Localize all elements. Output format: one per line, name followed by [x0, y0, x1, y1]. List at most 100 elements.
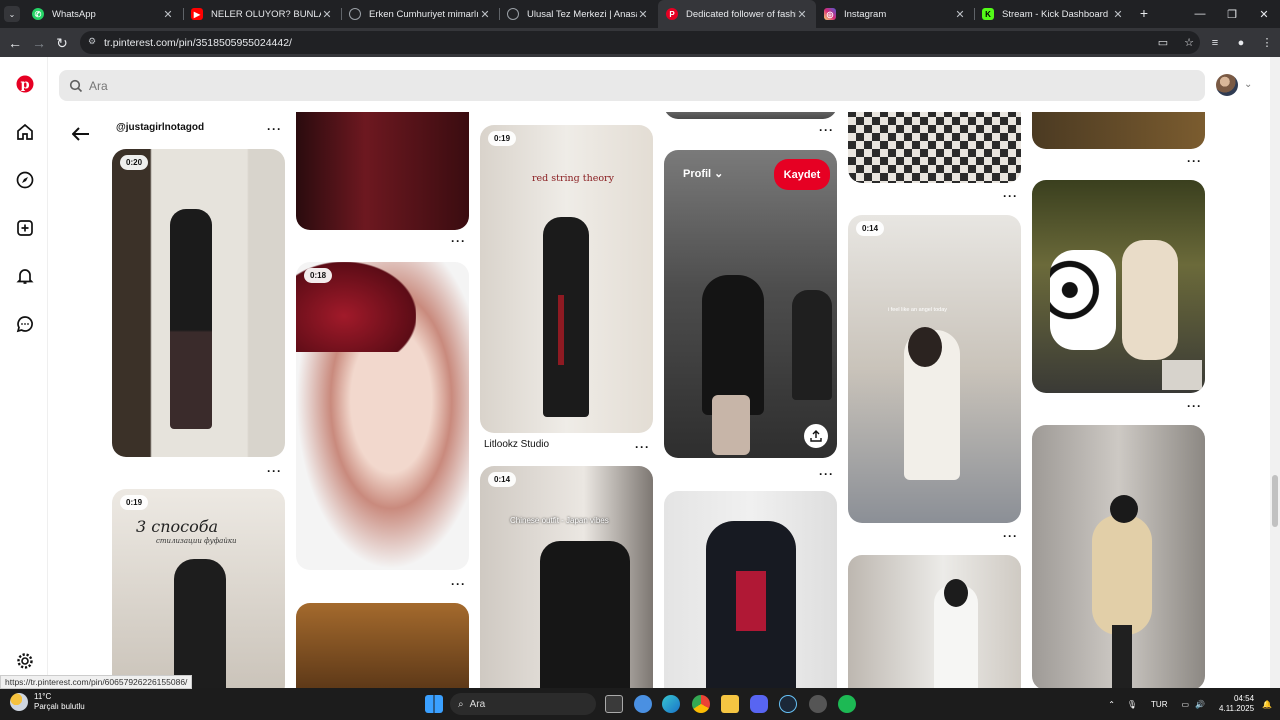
edge-icon[interactable] — [662, 695, 680, 713]
pin-image — [702, 275, 764, 415]
site-info-icon[interactable]: ⚙ — [88, 36, 100, 48]
chevron-down-icon[interactable]: ⌄ — [1244, 79, 1252, 90]
pin-card-hovered[interactable]: Profil ⌄ Kaydet — [664, 150, 837, 458]
pin-card[interactable] — [1032, 425, 1205, 688]
more-options-icon[interactable]: ··· — [267, 122, 282, 136]
app-icon[interactable] — [634, 695, 652, 713]
pin-overlay-text: red string theory — [532, 173, 614, 184]
language-indicator[interactable]: TUR — [1151, 700, 1167, 709]
close-icon[interactable]: ✕ — [479, 8, 491, 21]
more-options-icon[interactable]: ··· — [451, 577, 466, 591]
playlist-icon[interactable]: ≡ — [1202, 37, 1228, 49]
pin-image — [792, 290, 832, 400]
pin-card[interactable]: red string theory 0:19 — [480, 125, 653, 433]
time: 04:54 — [1234, 694, 1255, 703]
more-options-icon[interactable]: ··· — [267, 464, 282, 478]
pin-card[interactable] — [296, 603, 469, 688]
weather-widget[interactable]: 11°C Parçalı bulutlu — [10, 692, 85, 712]
create-icon[interactable] — [14, 217, 36, 239]
share-icon[interactable] — [804, 424, 828, 448]
close-icon[interactable]: ✕ — [954, 8, 966, 21]
more-options-icon[interactable]: ··· — [1003, 189, 1018, 203]
tab-erken-cumhuriyet[interactable]: Erken Cumhuriyet mimarlığı ✕ — [341, 0, 499, 28]
discord-icon[interactable] — [750, 695, 768, 713]
window-controls: — ❐ ✕ — [1184, 0, 1280, 28]
tab-pinterest[interactable]: P Dedicated follower of fashion p ✕ — [658, 0, 816, 28]
pin-caption[interactable]: Litlookz Studio — [484, 439, 549, 450]
close-icon[interactable]: ✕ — [637, 8, 649, 21]
spotify-icon[interactable] — [838, 695, 856, 713]
microphone-icon[interactable]: 🎙 — [1127, 700, 1137, 709]
install-app-icon[interactable]: ▭ — [1150, 36, 1176, 49]
save-button[interactable]: Kaydet — [774, 159, 830, 190]
home-icon[interactable] — [14, 121, 36, 143]
menu-icon[interactable]: ⋮ — [1254, 36, 1280, 49]
more-options-icon[interactable]: ··· — [451, 234, 466, 248]
tab-search-button[interactable]: ⌄ — [4, 6, 20, 22]
search-bar[interactable] — [59, 70, 1205, 101]
more-options-icon[interactable]: ··· — [819, 467, 834, 481]
close-window-icon[interactable]: ✕ — [1248, 0, 1280, 28]
chevron-up-icon[interactable]: ⌃ — [1108, 700, 1115, 709]
chrome-icon[interactable] — [692, 695, 710, 713]
notification-icon[interactable]: 🔔 — [1262, 700, 1272, 709]
tab-whatsapp[interactable]: ✆ WhatsApp ✕ — [24, 0, 182, 28]
back-button[interactable] — [68, 121, 94, 147]
pin-card[interactable]: 0:18 — [296, 262, 469, 570]
new-tab-button[interactable]: + — [1136, 5, 1152, 21]
network-icon[interactable]: ▭ — [1182, 700, 1190, 709]
pin-card[interactable]: 3 способа стилизации фуфайки 0:19 — [112, 489, 285, 688]
pin-card[interactable]: 0:20 — [112, 149, 285, 457]
pinterest-logo-icon[interactable]: p — [14, 73, 36, 95]
task-view-icon[interactable] — [605, 695, 623, 713]
volume-icon[interactable]: 🔊 — [1195, 700, 1205, 709]
page-scrollbar[interactable] — [1270, 57, 1280, 688]
bookmark-star-icon[interactable]: ☆ — [1176, 36, 1202, 49]
video-duration: 0:18 — [304, 268, 333, 283]
notifications-bell-icon[interactable] — [14, 265, 36, 287]
tab-kick[interactable]: K Stream - Kick Dashboard ✕ — [974, 0, 1132, 28]
search-input[interactable] — [89, 78, 689, 93]
close-icon[interactable]: ✕ — [321, 8, 333, 21]
pin-caption[interactable]: @justagirlnotagod — [116, 122, 204, 133]
pin-image — [712, 395, 750, 455]
tab-youtube[interactable]: ▶ NELER OLUYOR? BUNLAR KİM! ✕ — [183, 0, 341, 28]
scrollbar-thumb[interactable] — [1272, 475, 1278, 527]
pin-image — [944, 579, 968, 607]
reload-icon[interactable]: ↻ — [53, 34, 71, 52]
more-options-icon[interactable]: ··· — [819, 123, 834, 137]
maximize-icon[interactable]: ❐ — [1216, 0, 1248, 28]
more-options-icon[interactable]: ··· — [1003, 529, 1018, 543]
more-options-icon[interactable]: ··· — [1187, 154, 1202, 168]
taskbar-search[interactable]: ⌕ Ara — [450, 693, 596, 715]
pin-card[interactable]: Chinese outfit - Japan vibes 0:14 — [480, 466, 653, 688]
address-bar[interactable]: ⚙ tr.pinterest.com/pin/3518505955024442/ — [80, 31, 1200, 54]
close-icon[interactable]: ✕ — [1112, 8, 1124, 21]
close-icon[interactable]: ✕ — [796, 8, 808, 21]
forward-icon[interactable]: → — [30, 34, 48, 52]
settings-icon[interactable] — [14, 650, 36, 672]
explore-icon[interactable] — [14, 169, 36, 191]
profile-icon[interactable]: ● — [1228, 37, 1254, 49]
profile-dropdown[interactable]: Profil ⌄ — [683, 167, 723, 180]
pin-card[interactable]: i feel like an angel today 0:14 — [848, 215, 1021, 523]
clock[interactable]: 04:54 4.11.2025 — [1219, 694, 1254, 714]
tab-title: NELER OLUYOR? BUNLAR KİM! — [211, 8, 321, 20]
minimize-icon[interactable]: — — [1184, 0, 1216, 28]
back-icon[interactable]: ← — [6, 34, 24, 52]
close-icon[interactable]: ✕ — [162, 8, 174, 21]
tab-ulusal-tez[interactable]: Ulusal Tez Merkezi | Anasayfa ✕ — [499, 0, 657, 28]
more-options-icon[interactable]: ··· — [1187, 399, 1202, 413]
pin-card[interactable] — [664, 491, 837, 688]
steam-icon[interactable] — [779, 695, 797, 713]
pin-card[interactable] — [848, 555, 1021, 688]
avatar[interactable] — [1216, 74, 1238, 96]
windows-start-icon[interactable] — [425, 695, 443, 713]
app-icon[interactable] — [809, 695, 827, 713]
pin-card[interactable] — [1032, 180, 1205, 393]
tab-instagram[interactable]: ◎ Instagram ✕ — [816, 0, 974, 28]
more-options-icon[interactable]: ··· — [635, 440, 650, 454]
messages-icon[interactable] — [14, 313, 36, 335]
weather-icon — [10, 693, 28, 711]
file-explorer-icon[interactable] — [721, 695, 739, 713]
